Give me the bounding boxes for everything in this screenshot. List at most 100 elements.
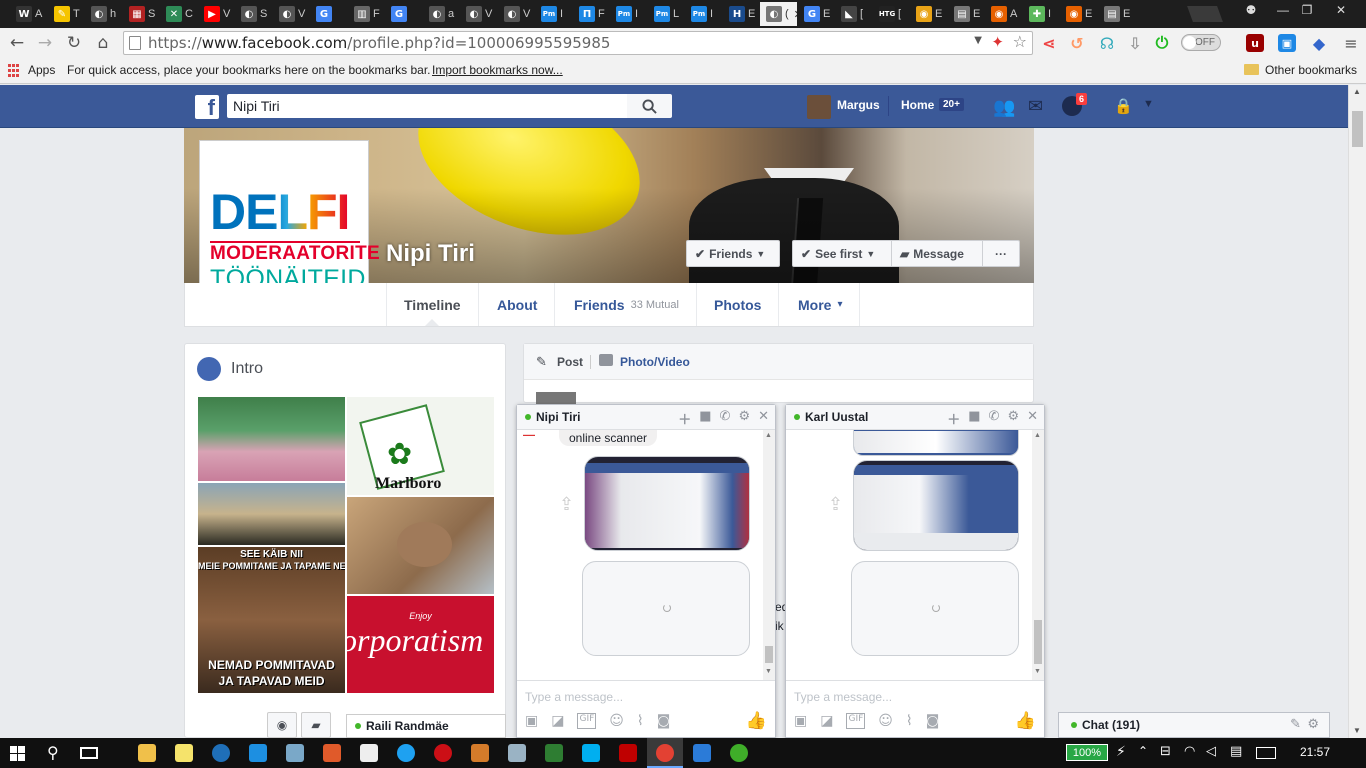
keyboard-icon[interactable] <box>1256 747 1276 759</box>
share-icon[interactable]: ⋖ <box>1040 34 1058 53</box>
page-scrollbar[interactable]: ▲ ▼ <box>1348 85 1366 738</box>
app-icon[interactable] <box>471 744 489 762</box>
new-tab-button[interactable] <box>1187 6 1223 22</box>
browser-tab[interactable]: ◉ E <box>910 2 947 26</box>
browser-tab[interactable]: ▦ S <box>123 2 160 26</box>
profile-name[interactable]: Nipi Tiri <box>386 240 475 268</box>
scroll-up-arrow[interactable]: ▲ <box>1353 87 1361 96</box>
compose-icon[interactable]: ✎ <box>1290 717 1301 732</box>
browser-tab[interactable]: ◉ E <box>1060 2 1097 26</box>
browser-tab[interactable]: ◐ V <box>273 2 310 26</box>
gear-icon[interactable]: ⚙ <box>1307 717 1319 732</box>
import-bookmarks-link[interactable]: Import bookmarks now... <box>432 63 563 77</box>
volume-icon[interactable]: ◁ <box>1206 744 1216 759</box>
layers-icon[interactable]: ◆ <box>1310 34 1328 53</box>
user-avatar[interactable] <box>807 95 831 119</box>
image-icon[interactable]: ▣ <box>794 713 807 729</box>
chat-scrollbar[interactable]: ▲ ▼ <box>763 430 775 680</box>
network-icon[interactable]: ⊟ <box>1160 744 1171 759</box>
tab-photos[interactable]: Photos <box>697 283 780 326</box>
headphones-icon[interactable]: ☊ <box>1098 34 1116 53</box>
scrollbar-thumb[interactable] <box>1352 111 1363 147</box>
photos-icon[interactable] <box>286 744 304 762</box>
forward-icon[interactable]: → <box>34 32 56 54</box>
calendar-ext-icon[interactable]: ▣ <box>1278 34 1296 52</box>
message-button[interactable]: ▰ Message <box>892 240 983 267</box>
browser-tab[interactable]: ▶ V <box>198 2 235 26</box>
video-call-icon[interactable]: ■ <box>699 409 711 428</box>
image-attachment[interactable] <box>853 460 1019 551</box>
app-icon[interactable] <box>508 744 526 762</box>
scroll-down-arrow[interactable]: ▼ <box>1353 726 1361 735</box>
wifi-icon[interactable]: ◠ <box>1184 744 1195 759</box>
profile-icon[interactable]: ⚉ <box>1236 0 1266 20</box>
tab-more[interactable]: More ▾ <box>781 283 861 326</box>
browser-tab[interactable]: ◐ V <box>498 2 535 26</box>
phone-icon[interactable]: ✆ <box>989 409 1000 428</box>
battery-indicator[interactable]: 100% <box>1066 744 1108 761</box>
browser-tab[interactable]: ΠF <box>573 2 610 26</box>
sticker-icon[interactable]: ◪ <box>551 713 564 729</box>
restore-button[interactable]: ❐ <box>1292 0 1322 20</box>
privacy-lock-icon[interactable]: 🔒 <box>1114 97 1133 115</box>
photo-caricature[interactable] <box>347 497 494 594</box>
image-attachment[interactable] <box>584 456 750 551</box>
refresh-ext-icon[interactable]: ↺ <box>1068 34 1086 53</box>
action-center-icon[interactable]: ▤ <box>1230 744 1242 759</box>
chat-header[interactable]: Nipi Tiri ＋ ■ ✆ ⚙ ✕ <box>517 405 775 430</box>
photo-marlboro[interactable]: ✿ Marlboro <box>347 397 494 495</box>
message-bubble[interactable]: online scanner <box>559 430 658 446</box>
add-friend-icon[interactable]: ＋ <box>947 409 960 428</box>
app-icon[interactable] <box>693 744 711 762</box>
ie-icon[interactable] <box>397 744 415 762</box>
task-view-icon[interactable] <box>80 747 98 759</box>
browser-tab[interactable]: WA <box>10 2 47 26</box>
video-call-icon[interactable]: ■ <box>968 409 980 428</box>
photo-video-tab[interactable]: Photo/Video <box>620 355 690 369</box>
chat-sidebar-bar[interactable]: Chat (191) ✎ ⚙ <box>1058 712 1330 738</box>
globe-icon[interactable]: ◉ <box>267 712 297 738</box>
browser-tab[interactable]: ✕ C <box>160 2 197 26</box>
scroll-up-arrow[interactable]: ▲ <box>1034 432 1041 439</box>
messages-icon[interactable]: ▰ <box>301 712 331 738</box>
scroll-down-arrow[interactable]: ▼ <box>1034 668 1041 675</box>
add-friend-icon[interactable]: ＋ <box>678 409 691 428</box>
app-icon[interactable] <box>545 744 563 762</box>
filezilla-icon[interactable] <box>619 744 637 762</box>
browser-tab[interactable]: Pm L <box>648 2 685 26</box>
gif-icon[interactable]: GIF <box>846 713 866 729</box>
app-icon[interactable] <box>323 744 341 762</box>
photo-classroom[interactable] <box>198 397 345 481</box>
friends-button[interactable]: ✔ Friends ▼ <box>686 240 780 267</box>
browser-tab[interactable]: ▤ E <box>948 2 985 26</box>
chat-title[interactable]: Nipi Tiri <box>536 410 580 424</box>
gear-icon[interactable]: ⚙ <box>1007 409 1019 428</box>
search-button[interactable] <box>627 94 672 118</box>
browser-tab[interactable]: ◐(✕ <box>760 2 797 26</box>
back-icon[interactable]: ← <box>6 32 28 54</box>
dropdown-icon[interactable]: ▼ <box>974 35 982 46</box>
chrome-taskbar-button[interactable] <box>647 738 683 768</box>
extension-puzzle-icon[interactable]: ✦ <box>991 33 1004 51</box>
photo-meme[interactable]: SEE KÄIB NII MEIE POMMITAME JA TAPAME NE… <box>198 547 345 693</box>
browser-tab[interactable]: GE <box>798 2 835 26</box>
like-icon[interactable]: 👍 <box>1015 711 1036 731</box>
browser-tab[interactable]: ◐ a <box>423 2 460 26</box>
store-icon[interactable] <box>360 744 378 762</box>
tab-friends[interactable]: Friends 33 Mutual <box>557 283 697 326</box>
user-name-link[interactable]: Margus <box>837 98 880 112</box>
scroll-down-arrow[interactable]: ▼ <box>765 668 772 675</box>
emoji-icon[interactable]: ☺ <box>878 713 893 729</box>
camera-icon[interactable]: ◙ <box>657 713 671 729</box>
browser-tab[interactable]: ◐ S <box>235 2 272 26</box>
browser-tab[interactable]: ✚ I <box>1023 2 1060 26</box>
search-input[interactable]: Nipi Tiri <box>227 94 627 118</box>
message-input[interactable]: Type a message... <box>525 690 623 704</box>
chat-messages[interactable]: ⇪ ▲ ▼ <box>786 430 1044 680</box>
friend-requests-icon[interactable]: 👥 <box>993 97 1015 118</box>
browser-tab[interactable]: Pm I <box>610 2 647 26</box>
close-icon[interactable]: ✕ <box>758 409 769 428</box>
online-contact[interactable]: Raili Randmäe <box>346 714 506 738</box>
browser-tab[interactable]: ◣[ <box>835 2 872 26</box>
image-icon[interactable]: ▣ <box>525 713 538 729</box>
